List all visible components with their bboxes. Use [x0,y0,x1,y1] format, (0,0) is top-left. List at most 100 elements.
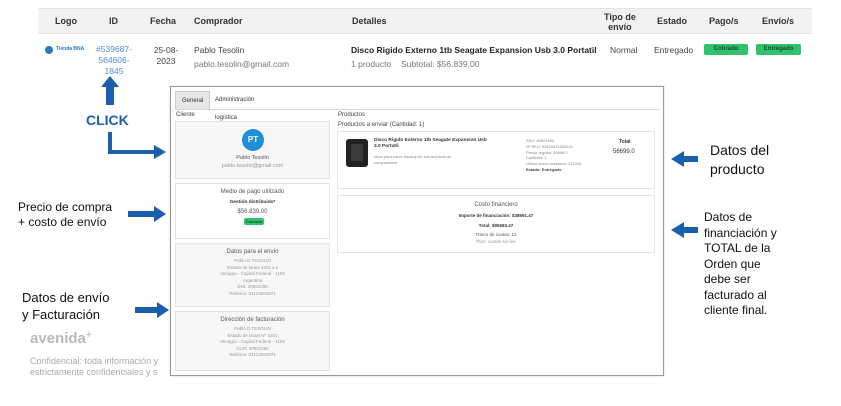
arrow-connector-icon [108,132,155,154]
annotation-producto-line1: Datos del [710,142,770,158]
shipping-line: Teléfono: 01123664871 [229,290,276,296]
annotation-financ-line6: facturado al [704,287,767,302]
shipping-line: Estado de Israel 4201 s.s [227,264,278,270]
header-pagos: Pago/s [709,16,739,26]
cliente-name: Pablo Tesolin [236,155,269,161]
shipping-line: Almagro - Capital Federal - 1185 [220,271,285,276]
billing-line: Estado de Israel Nº 4201 [227,332,278,338]
financing-cuotas: Tramo de cuotas: 12 [475,232,517,237]
click-label: CLICK [86,112,129,128]
billing-card: Dirección de facturación Pablo D.TESOLIN… [175,311,330,371]
product-meta-line: Último envío aceptado: 221045 [526,161,582,167]
annotation-producto: Datos del producto [710,141,769,179]
confidential-note: Confidencial: toda información y estrict… [30,356,170,378]
productos-enviar-label: Productos a enviar (Cantidad: 1) [338,122,425,128]
buyer-email: pablo.tesolin@gmail.com [194,59,290,69]
product-card-title: Disco Rigido Externo 1tb Seagate Expansi… [374,138,487,150]
tab-general[interactable]: General [175,91,211,109]
tab-administracion-logistica[interactable]: Administración logística [209,91,260,121]
product-card-title-line2: 3.0 Portatil [374,144,399,149]
billing-line: CUIT: 30652280 [236,345,269,351]
order-subtotal: Subtotal: $56.839,00 [401,59,480,69]
payment-title: Medio de pago utilizado [220,189,285,195]
header-tipo-envio-line1: Tipo de [604,12,636,22]
brand-logo: avenida+ [30,330,92,347]
arrow-precio-icon [128,206,166,222]
annotation-financ-line1: Datos de [704,210,753,224]
order-id-part2: 564606- [98,55,130,65]
order-id-part3: 1845 [104,66,124,76]
header-tipo-envio-line2: envío [608,22,632,32]
avatar: PT [242,129,264,151]
payment-card: Medio de pago utilizado Gestión distribu… [175,183,330,239]
annotation-precio: Precio de compra + costo de envío [18,200,112,230]
billing-line: Pablo D.TESOLIN [234,326,271,331]
order-detail-window: General Administración logística Cliente… [170,86,664,376]
financing-plan: Plan: cuotas sin fee [476,239,516,244]
brand-logo-text: avenida [30,330,86,347]
shipping-lines: Pablo.D.TESOLIN Estado de Israel 4201 s.… [176,258,329,297]
billing-line: Almagro - Capital Federal - 1185 [220,339,285,344]
order-status: Entregado [654,45,694,55]
tab-divider [175,109,659,110]
financing-card: Costo financiero Importe de financiación… [337,195,655,253]
header-comprador: Comprador [194,16,243,26]
cliente-card: PT Pablo Tesolin pablo.tesolin@gmail.com [175,121,330,179]
product-meta-line: Precio regular: 35698.0 [526,149,568,155]
shipping-card: Datos para el envío Pablo.D.TESOLIN Esta… [175,243,330,307]
order-id-link[interactable]: #539687- 564606- 1845 [92,44,136,77]
annotation-financiacion: Datos de financiación y TOTAL de la Orde… [704,210,777,319]
financing-total: Total: $95583.47 [478,223,514,228]
payment-badge: Cobrado [244,218,264,225]
header-logo: Logo [55,16,77,26]
product-image [346,139,368,167]
header-estado: Estado [657,16,688,26]
product-meta-line: Cantidad: 1 [526,155,547,161]
annotation-envio-line1: Datos de envío [22,290,110,305]
financing-title: Costo financiero [474,202,518,208]
arrow-up-icon [101,76,119,105]
header-envios: Envío/s [762,16,795,26]
header-tipo-envio: Tipo de envío [604,12,636,32]
confidential-line2: estrictamente confidenciales y s [30,367,158,377]
annotation-envio: Datos de envío y Facturación [22,289,109,323]
annotation-envio-line2: y Facturación [22,307,101,322]
table-header: Logo ID Fecha Comprador Detalles Tipo de… [38,8,812,34]
financing-importe: Importe de financiación: $38691.47 [458,213,534,218]
buyer-name: Pablo Tesolin [194,45,245,55]
product-total-label: Total [619,139,631,145]
payment-amount: $56.839,00 [237,209,268,215]
brand-plus-icon: + [85,330,92,341]
product-meta-line: SKU: 80601650 [526,138,555,143]
shipping-title: Datos para el envío [226,249,279,255]
shipment-status-badge: Entregado [756,44,801,55]
annotation-financ-line4: Orden que [704,256,761,271]
billing-title: Dirección de facturación [220,317,285,323]
product-total-value: 56699.0 [613,149,635,155]
payment-status-badge: Cobrado [704,44,748,55]
annotation-precio-line1: Precio de compra [18,200,113,214]
shipping-line: Pablo.D.TESOLIN [234,258,271,263]
arrow-financiacion-icon [671,222,698,238]
order-date: 25-08- 2023 [149,45,183,67]
orders-table: Logo ID Fecha Comprador Detalles Tipo de… [38,8,812,77]
product-desc-line1: Ideal para hacer backup de sus archivos … [374,154,452,159]
arrow-producto-icon [671,151,698,167]
cliente-section-label: Cliente [176,112,195,118]
annotation-producto-line2: producto [710,161,765,177]
header-id: ID [109,16,118,26]
arrow-envio-icon [135,302,169,318]
annotation-financ-line5: debe ser [704,272,751,286]
header-fecha: Fecha [150,16,177,26]
store-logo-label: Tienda BNA [56,46,85,52]
store-logo-icon [45,46,53,54]
cliente-email: pablo.tesolin@gmail.com [221,163,284,169]
annotation-financ-line3: TOTAL de la [704,241,771,255]
product-count: 1 producto [351,59,392,69]
header-detalles: Detalles [352,16,387,26]
product-meta-line: Nº SKU: 93425321000441 [526,143,574,149]
order-id-part1: #539687- [96,44,132,54]
arrow-right-icon [154,145,166,159]
annotation-financ-line2: financiación y [704,225,777,240]
product-description: Ideal para hacer backup de sus archivos … [374,154,451,166]
